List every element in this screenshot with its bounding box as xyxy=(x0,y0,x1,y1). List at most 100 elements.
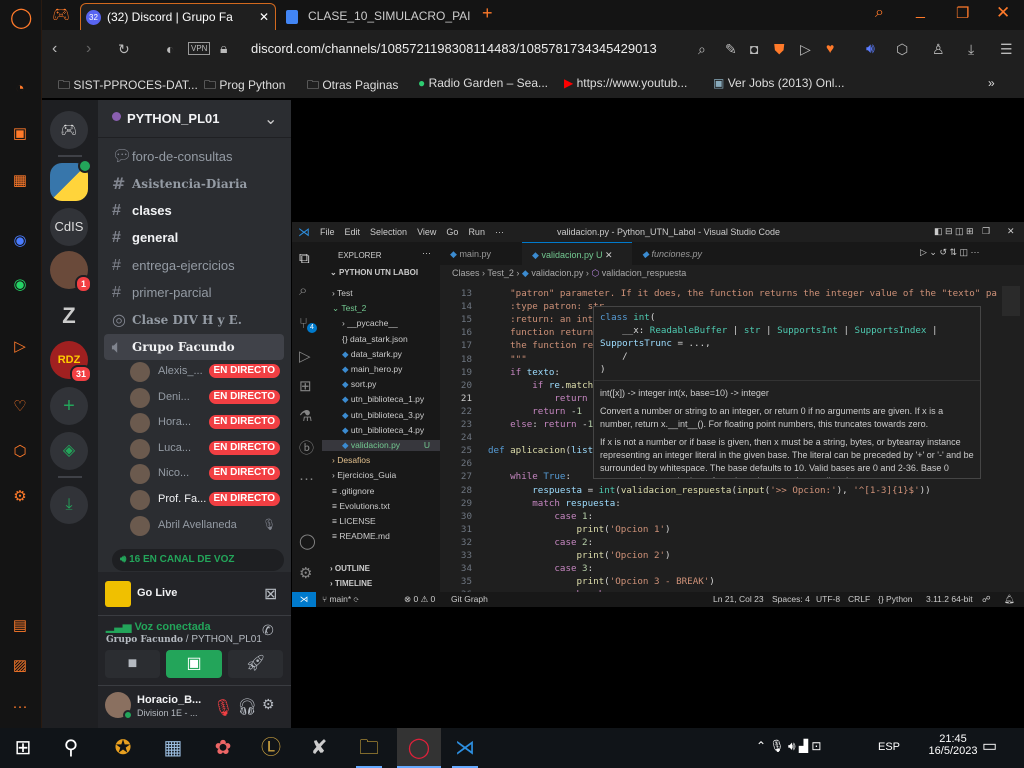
search-button[interactable]: ⚲ xyxy=(52,732,90,764)
chevron-down-icon[interactable]: ⌄ xyxy=(264,109,277,129)
zoom-icon[interactable]: ⌕ xyxy=(698,41,706,58)
voice-member[interactable]: Nico... EN DIRECTO xyxy=(130,462,280,486)
server-z[interactable]: Z xyxy=(50,297,88,335)
breadcrumb-item[interactable]: Clases xyxy=(452,268,480,278)
menu-item[interactable]: Selection xyxy=(370,227,407,237)
vscode-taskbar-icon[interactable]: ⋊ xyxy=(446,732,484,768)
tree-item[interactable]: ◆ validacion.py U xyxy=(322,440,440,451)
channel-foro-de-consultas[interactable]: 💬︎ foro-de-consultas xyxy=(104,145,284,169)
restore-button[interactable]: ❐ xyxy=(982,226,990,237)
voice-member[interactable]: Prof. Fa... EN DIRECTO xyxy=(130,488,280,512)
menu-item[interactable]: Edit xyxy=(345,227,361,237)
clock[interactable]: 21:45 16/5/2023 xyxy=(922,733,984,757)
gallery-icon[interactable]: ▨ xyxy=(10,656,30,676)
tree-item[interactable]: ≡ LICENSE xyxy=(332,516,440,526)
voice-member[interactable]: Hora... EN DIRECTO xyxy=(130,411,280,435)
paint-icon[interactable]: ✿ xyxy=(204,732,242,764)
camera-icon[interactable]: ◘ xyxy=(750,41,758,57)
tree-item[interactable]: ◆ utn_biblioteca_3.py xyxy=(342,410,440,421)
explorer-more-icon[interactable]: ··· xyxy=(422,248,431,258)
voice-member[interactable]: Luca... EN DIRECTO xyxy=(130,437,280,461)
channel-general[interactable]: # general xyxy=(104,226,284,250)
explorer-icon[interactable]: ⧉ xyxy=(299,250,310,267)
menu-item[interactable]: View xyxy=(417,227,436,237)
work-icon[interactable]: ▣ xyxy=(10,124,30,144)
box-icon[interactable]: ⬡ xyxy=(10,442,30,462)
tree-item[interactable]: ◆ main_hero.py xyxy=(342,364,440,375)
chip-icon[interactable]: ▦ xyxy=(10,171,30,191)
privacy-icon[interactable]: ◐ xyxy=(166,41,174,57)
activity-button[interactable]: 🚀︎ xyxy=(228,650,283,678)
tree-item[interactable]: ◆ utn_biblioteca_1.py xyxy=(342,394,440,405)
tab-island-icon[interactable]: ▤ xyxy=(10,616,30,636)
close-button[interactable]: ✕ xyxy=(1007,226,1015,237)
tree-item[interactable]: ≡ README.md xyxy=(332,531,440,541)
calculator-icon[interactable]: ▦ xyxy=(154,732,192,764)
download-icon[interactable]: ⤓ xyxy=(968,41,974,58)
audio-icon[interactable]: 🔊︎ xyxy=(866,40,875,57)
timeline-section[interactable]: › TIMELINE xyxy=(330,579,372,588)
tree-item[interactable]: › Test xyxy=(332,288,440,298)
opera-taskbar-icon[interactable]: ◯ xyxy=(397,728,441,768)
git-graph-icon[interactable]: ⓑ xyxy=(299,437,314,458)
tree-item[interactable]: › Ejercicios_Guia xyxy=(332,470,440,480)
outline-section[interactable]: › OUTLINE xyxy=(330,564,370,573)
bookmark-folder[interactable]: 🗀︎ Prog Python xyxy=(204,76,285,97)
cube-icon[interactable]: ⬡ xyxy=(896,41,908,58)
vpn-badge[interactable]: VPN xyxy=(188,42,211,55)
menu-item[interactable]: File xyxy=(320,227,335,237)
download-apps-icon[interactable]: ⤓ xyxy=(50,486,88,524)
gear-icon[interactable]: ⚙ xyxy=(262,696,275,713)
game-x-icon[interactable]: ✘ xyxy=(300,732,338,764)
git-graph-status[interactable]: Git Graph xyxy=(451,592,488,607)
menu-item[interactable]: ··· xyxy=(495,227,504,237)
bookmark-folder[interactable]: 🗀︎ Otras Paginas xyxy=(307,76,398,97)
tab-discord[interactable]: 32 (32) Discord | Grupo Fa ✕ xyxy=(80,3,276,30)
bookmark-jobs[interactable]: ▣ Ver Jobs (2013) Onl... xyxy=(713,76,844,90)
explore-icon[interactable]: ◈ xyxy=(50,432,88,470)
testing-icon[interactable]: ⚗ xyxy=(299,407,312,425)
user-avatar[interactable] xyxy=(105,692,133,720)
tab-validacion-py[interactable]: ◆ validacion.py U ✕ xyxy=(522,242,632,265)
minimize-button[interactable]: _ xyxy=(916,2,925,20)
close-window-button[interactable]: ✕ xyxy=(996,3,1010,23)
source-control-icon[interactable]: ⑂ 4 xyxy=(299,315,317,333)
remote-icon[interactable]: ⋊ xyxy=(292,592,316,607)
more-icon[interactable]: ··· xyxy=(299,470,314,487)
file-explorer-icon[interactable]: 🗀︎ xyxy=(350,732,388,768)
tree-item[interactable]: ≡ .gitignore xyxy=(332,486,440,496)
tab-main-py[interactable]: ◆ main.py xyxy=(440,242,522,265)
send-icon[interactable]: ▷ xyxy=(800,41,811,58)
channel-entrega-ejercicios[interactable]: # entrega-ejercicios xyxy=(104,254,284,278)
language-mode[interactable]: {} Python xyxy=(878,592,913,607)
project-root[interactable]: ⌄ PYTHON UTN LABOI xyxy=(330,268,418,277)
heart-icon[interactable]: ♥ xyxy=(826,40,834,56)
close-icon[interactable]: ✕ xyxy=(259,4,269,30)
tree-item[interactable]: ⌄ Test_2 xyxy=(332,303,440,314)
tree-item[interactable]: › Desafios xyxy=(332,455,440,465)
feedback-icon[interactable]: ☍ xyxy=(982,592,991,607)
gamepad-icon[interactable]: 🎮︎ xyxy=(52,6,70,23)
server-avatar[interactable]: 1 xyxy=(50,251,92,293)
search-icon[interactable]: ⌕ xyxy=(875,4,884,22)
more-icon[interactable]: ··· xyxy=(10,697,30,717)
settings-icon[interactable]: ⚙ xyxy=(10,487,30,507)
new-tab-button[interactable]: + xyxy=(482,3,493,24)
voice-location[interactable]: Grupo Facundo / PYTHON_PL01 xyxy=(106,634,262,645)
adblock-icon[interactable]: ⛊ xyxy=(774,41,785,58)
channel-primer-parcial[interactable]: # primer-parcial xyxy=(104,281,284,305)
bookmark-youtube[interactable]: ▶ https://www.youtub... xyxy=(564,76,687,90)
tree-item[interactable]: ◆ sort.py xyxy=(342,379,440,390)
voice-count-pill[interactable]: 🔊︎ 16 EN CANAL DE VOZ xyxy=(112,549,284,571)
profile-icon[interactable]: ♙ xyxy=(932,41,945,58)
voice-member[interactable]: Deni... EN DIRECTO xyxy=(130,386,280,410)
tray-icons[interactable]: ⌃ 🎙︎ 🔊︎ ▟ ⊡ xyxy=(756,739,821,754)
bookmark-folder[interactable]: 🗀︎ SIST-PPROCES-DAT... xyxy=(58,76,198,97)
notifications-icon[interactable]: ▭ xyxy=(982,736,997,756)
breadcrumb-item[interactable]: Test_2 xyxy=(487,268,514,278)
opera-logo-icon[interactable]: ◯ xyxy=(10,8,32,28)
language-indicator[interactable]: ESP xyxy=(878,741,900,753)
interpreter[interactable]: 3.11.2 64-bit xyxy=(926,592,973,607)
edit-icon[interactable]: ✎ xyxy=(725,41,737,58)
tree-item[interactable]: ◆ data_stark.py xyxy=(342,349,440,360)
